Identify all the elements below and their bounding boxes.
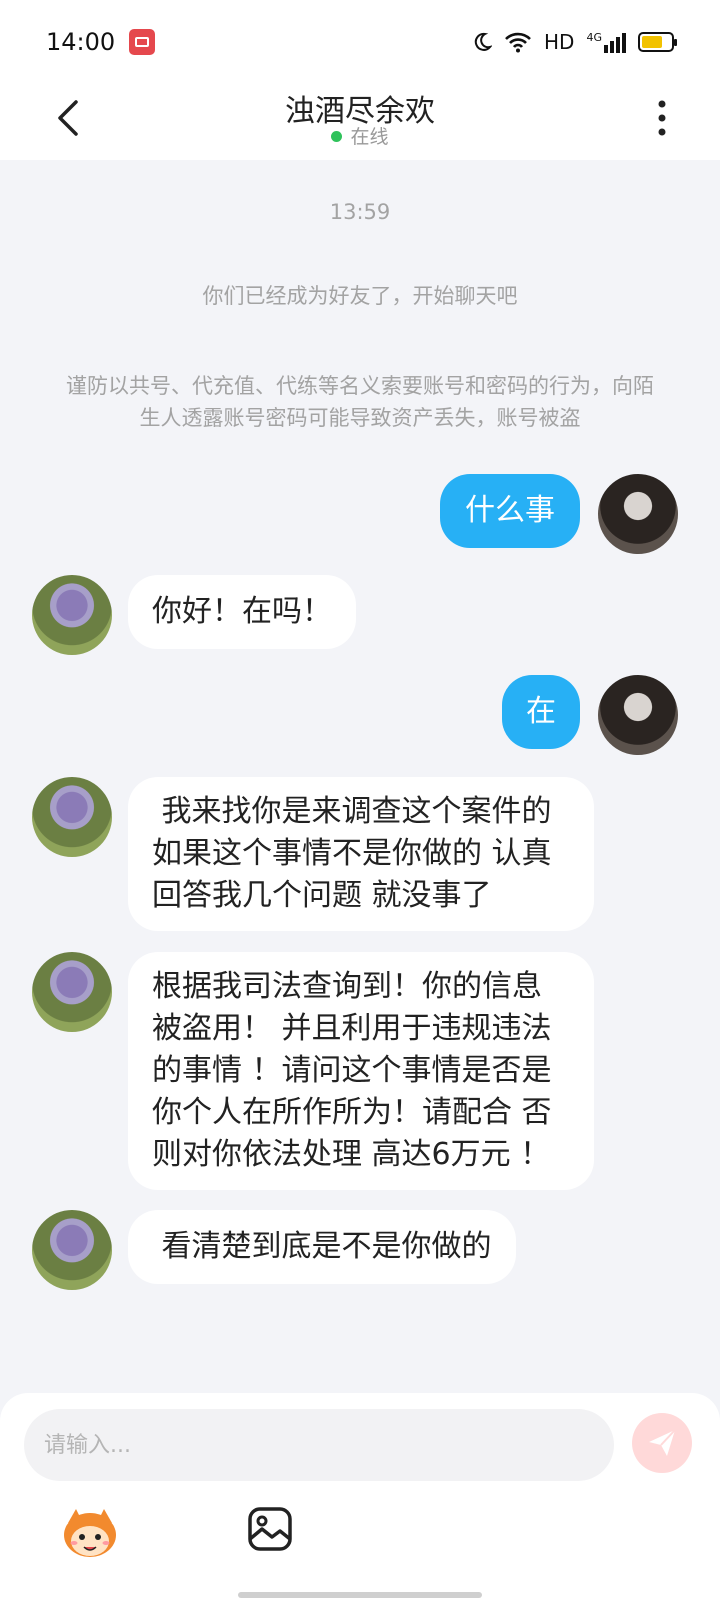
- image-icon: [248, 1507, 292, 1551]
- contact-avatar[interactable]: [32, 952, 112, 1032]
- emoji-button[interactable]: [60, 1505, 120, 1561]
- security-warning: 谨防以共号、代充值、代练等名义索要账号和密码的行为，向陌生人透露账号密码可能导致…: [66, 374, 654, 430]
- screen-record-icon: [129, 29, 156, 55]
- moon-icon: [474, 32, 493, 51]
- online-dot-icon: [331, 131, 343, 142]
- status-bar: 14:00 HD 4G: [0, 0, 720, 84]
- online-status: 在线: [0, 122, 720, 149]
- friend-notice: 你们已经成为好友了，开始聊天吧: [202, 284, 518, 308]
- wifi-icon: [505, 32, 531, 53]
- home-indicator[interactable]: [238, 1592, 482, 1598]
- message-input[interactable]: [24, 1409, 614, 1481]
- time-divider: 13:59: [329, 200, 391, 224]
- composer-panel: [0, 1393, 720, 1600]
- message-bubble-sent[interactable]: 什么事: [440, 474, 580, 548]
- contact-avatar[interactable]: [32, 777, 112, 857]
- contact-avatar[interactable]: [32, 1210, 112, 1290]
- contact-avatar[interactable]: [32, 575, 112, 655]
- message-bubble-sent[interactable]: 在: [502, 675, 580, 749]
- status-icons: HD 4G: [472, 30, 677, 54]
- status-time: 14:00: [46, 28, 116, 56]
- chat-header: 浊酒尽余欢 在线: [0, 84, 720, 160]
- message-bubble-received[interactable]: 你好！在吗！: [128, 575, 356, 649]
- message-bubble-received[interactable]: 看清楚到底是不是你做的: [128, 1210, 516, 1284]
- my-avatar[interactable]: [598, 675, 678, 755]
- my-avatar[interactable]: [598, 474, 678, 554]
- chat-message-list[interactable]: 13:59 你们已经成为好友了，开始聊天吧 谨防以共号、代充值、代练等名义索要账…: [0, 160, 720, 1393]
- emoji-mascot-icon: [64, 1509, 116, 1557]
- battery-icon: [638, 32, 677, 52]
- send-button[interactable]: [632, 1413, 692, 1473]
- network-type: 4G: [586, 31, 602, 44]
- message-bubble-received[interactable]: 根据我司法查询到！你的信息 被盗用！ 并且利用于违规违法 的事情 ！请问这个事情…: [128, 952, 594, 1190]
- more-vertical-icon: [658, 100, 666, 136]
- signal-icon: 4G: [586, 31, 626, 53]
- more-options-button[interactable]: [652, 94, 672, 142]
- message-bubble-received[interactable]: 我来找你是来调查这个案件的 如果这个事情不是你做的 认真 回答我几个问题 就没事…: [128, 777, 594, 931]
- send-icon: [649, 1429, 676, 1456]
- online-status-label: 在线: [350, 126, 389, 148]
- image-button[interactable]: [246, 1505, 294, 1553]
- network-label: HD: [544, 30, 575, 54]
